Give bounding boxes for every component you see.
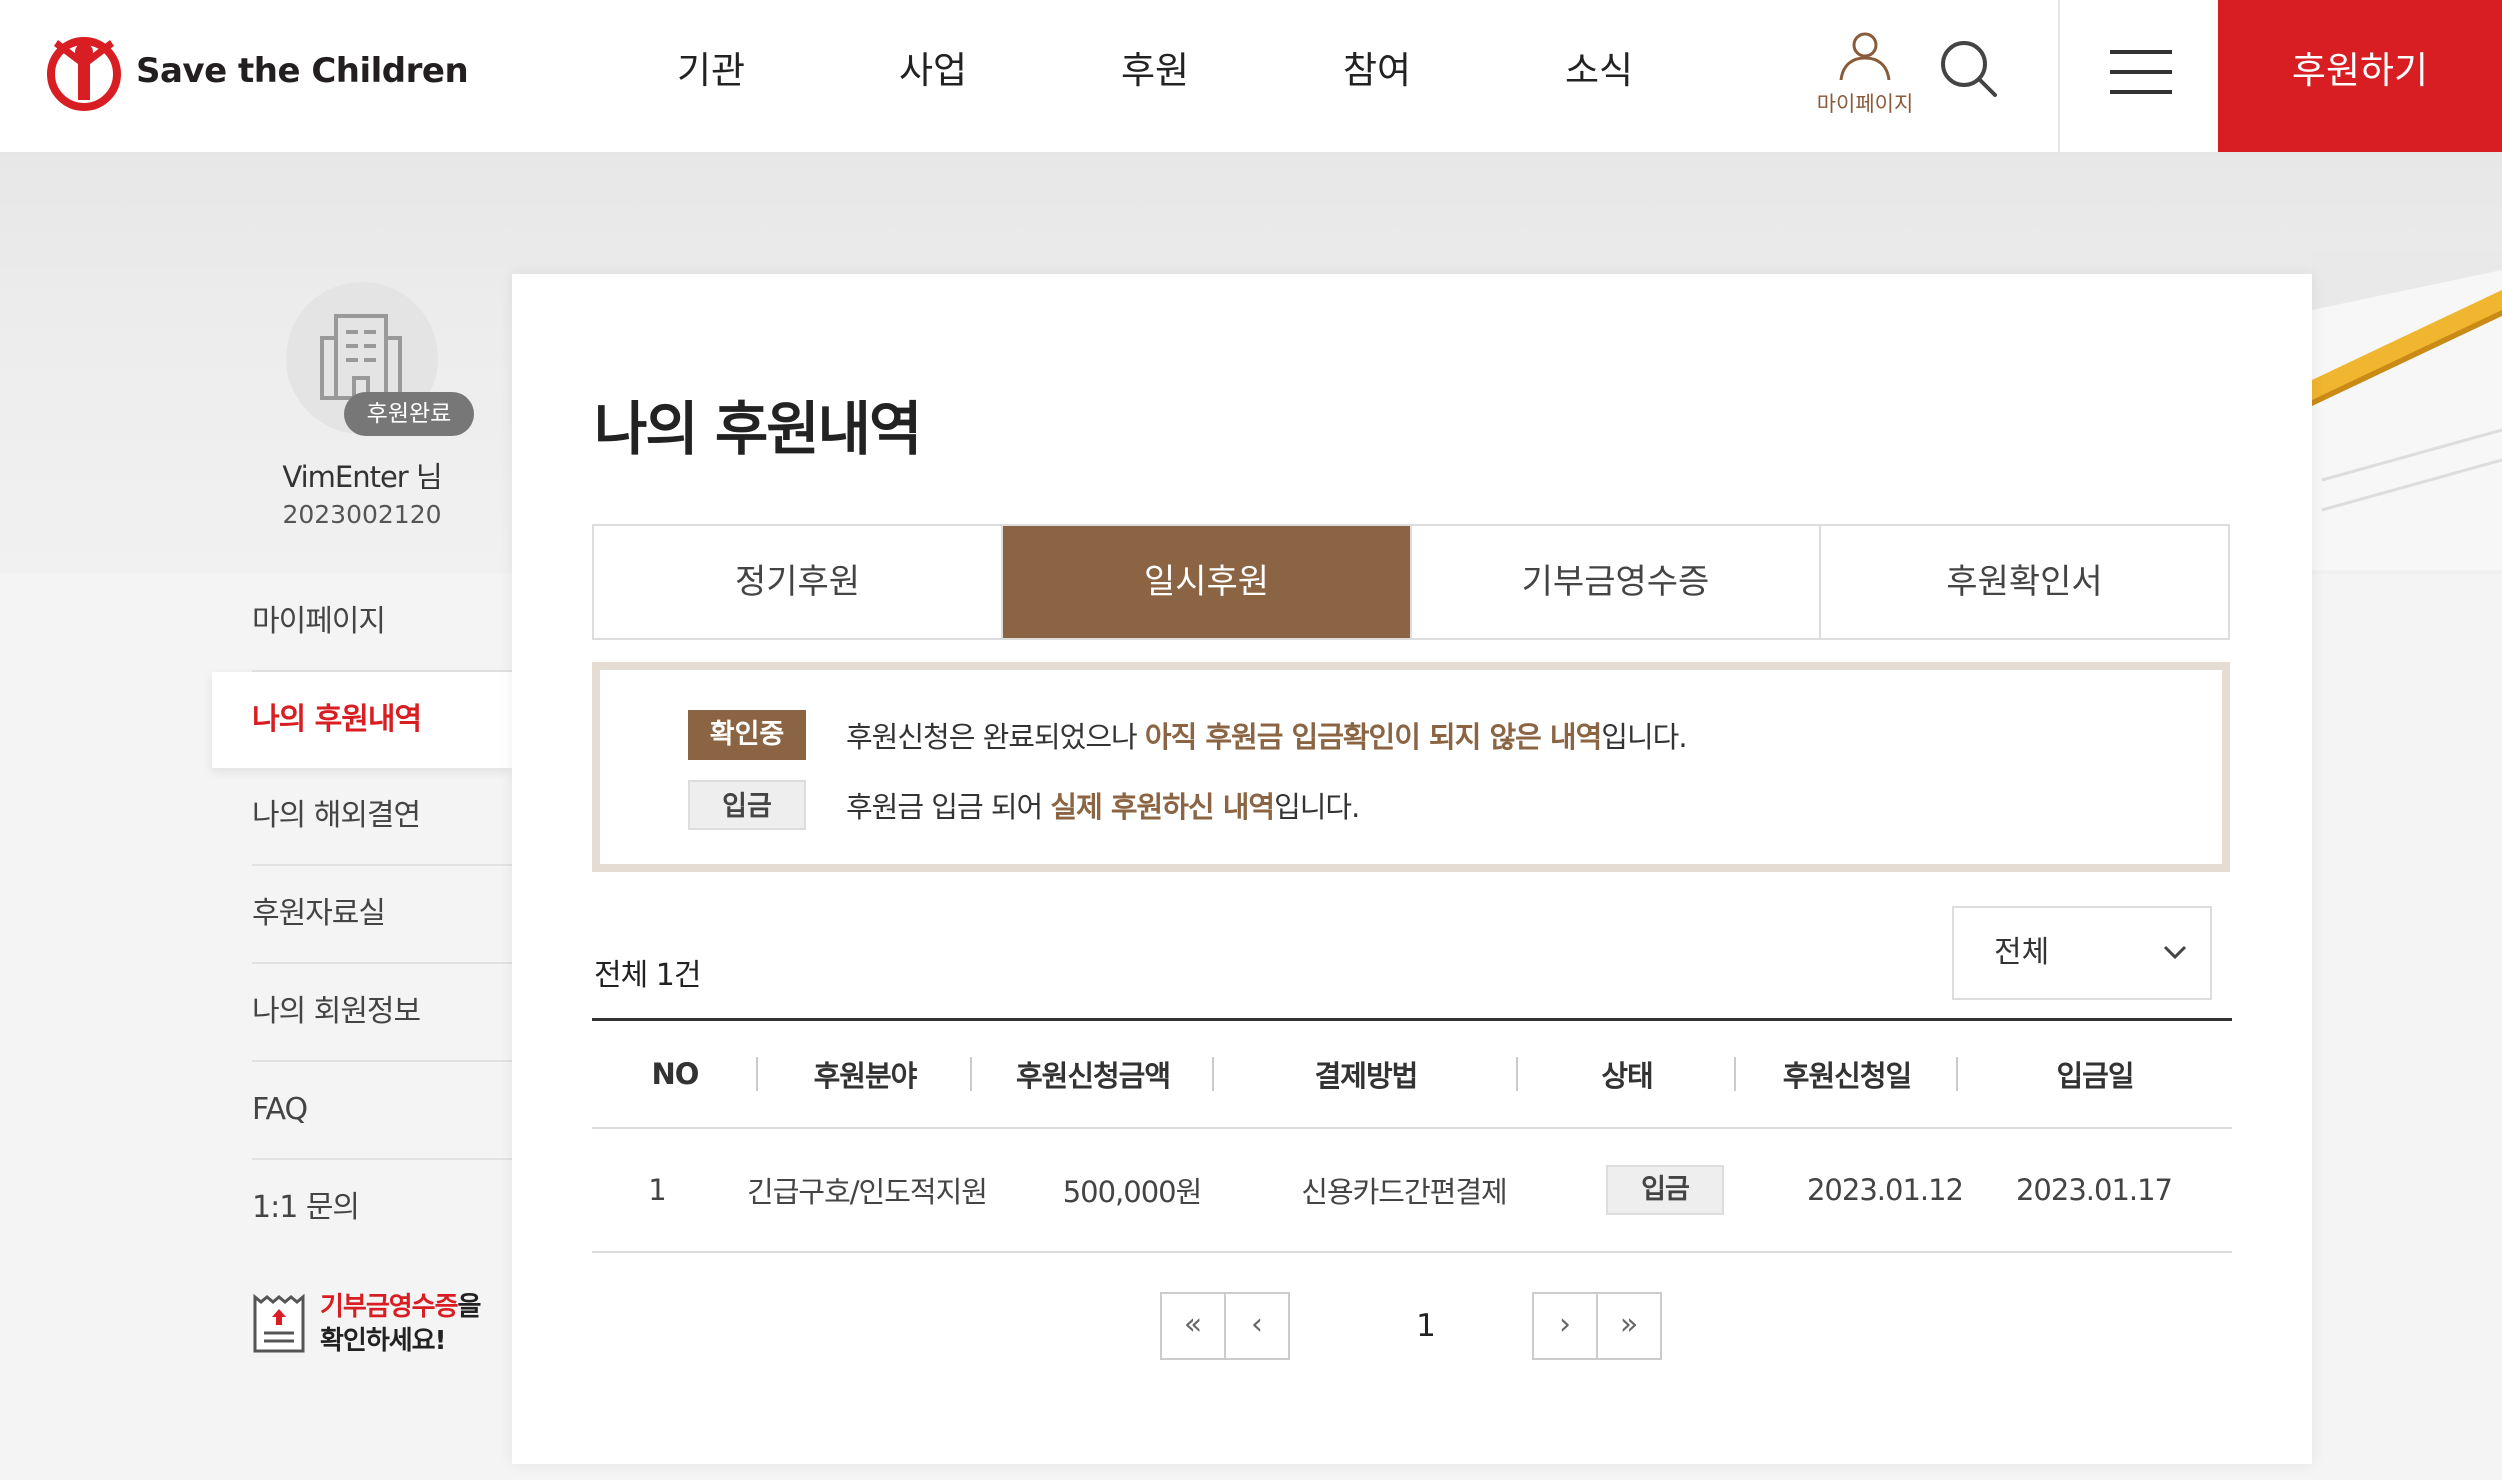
logo-text: Save the Children: [136, 51, 469, 91]
nav-item-news[interactable]: 소식: [1488, 0, 1710, 152]
legend-row-pending: 확인중 후원신청은 완료되었으나 아직 후원금 입금확인이 되지 않은 내역입니…: [688, 710, 1688, 760]
nav-item-organization[interactable]: 기관: [600, 0, 822, 152]
search-icon[interactable]: [1938, 38, 2000, 100]
status-badge: 후원완료: [344, 392, 474, 436]
receipt-line2: 확인하세요!: [320, 1326, 446, 1356]
tab-regular-donation[interactable]: 정기후원: [594, 526, 1003, 638]
col-header-request-date: 후원신청일: [1736, 1053, 1958, 1095]
current-page[interactable]: 1: [1396, 1292, 1456, 1360]
next-page-button[interactable]: ›: [1532, 1292, 1598, 1360]
page-title: 나의 후원내역: [594, 395, 922, 463]
logo[interactable]: Save the Children: [44, 30, 469, 112]
cell-request-date: 2023.01.12: [1806, 1173, 1964, 1207]
donate-button[interactable]: 후원하기: [2218, 0, 2502, 152]
cell-category: 긴급구호/인도적지원: [747, 1175, 988, 1209]
table-row[interactable]: 1 긴급구호/인도적지원 500,000원 신용카드간편결제 입금 2023.0…: [592, 1129, 2232, 1253]
site-header: Save the Children 기관 사업 후원 참여 소식 마이페이지 후…: [0, 0, 2502, 154]
first-page-button[interactable]: «: [1160, 1292, 1226, 1360]
receipt-banner[interactable]: 기부금영수증을 확인하세요!: [252, 1290, 482, 1358]
save-the-children-logo-icon: [47, 37, 121, 111]
status-pill: 입금: [1606, 1165, 1724, 1215]
main-nav: 기관 사업 후원 참여 소식: [600, 0, 1710, 152]
cell-deposit-date: 2023.01.17: [2015, 1173, 2173, 1207]
status-legend-box: 확인중 후원신청은 완료되었으나 아직 후원금 입금확인이 되지 않은 내역입니…: [592, 662, 2230, 872]
hamburger-menu-button[interactable]: [2058, 0, 2220, 152]
status-filter-select[interactable]: 전체: [1952, 906, 2212, 1000]
col-header-amount: 후원신청금액: [972, 1053, 1214, 1095]
total-count: 전체 1건: [594, 958, 701, 993]
mypage-link[interactable]: 마이페이지: [1805, 30, 1925, 118]
user-id: 2023002120: [282, 500, 442, 529]
sidebar-item-donation-history[interactable]: 나의 후원내역: [212, 672, 512, 768]
receipt-highlight: 기부금영수증: [320, 1292, 459, 1322]
pagination: « ‹ 1 › »: [512, 1292, 2312, 1364]
pencil-paper-image: [2312, 250, 2502, 570]
chevron-down-icon: [2163, 945, 2187, 960]
receipt-text: 기부금영수증을 확인하세요!: [320, 1290, 482, 1358]
menu-line-icon: [2110, 50, 2172, 54]
nav-item-programs[interactable]: 사업: [822, 0, 1044, 152]
filter-selected-value: 전체: [1994, 935, 2050, 970]
donation-type-tabs: 정기후원 일시후원 기부금영수증 후원확인서: [592, 524, 2230, 640]
sidebar-item-member-info[interactable]: 나의 회원정보: [252, 964, 512, 1062]
cell-status: 입금: [1556, 1165, 1774, 1215]
menu-line-icon: [2110, 90, 2172, 94]
sidebar-item-resources[interactable]: 후원자료실: [252, 866, 512, 964]
receipt-icon: [253, 1293, 305, 1353]
tab-donation-receipt[interactable]: 기부금영수증: [1412, 526, 1821, 638]
cell-amount: 500,000원: [1062, 1175, 1203, 1209]
sidebar-item-overseas-sponsorship[interactable]: 나의 해외결연: [252, 768, 512, 866]
sidebar-item-inquiry[interactable]: 1:1 문의: [252, 1160, 512, 1256]
table-header-row: NO 후원분야 후원신청금액 결제방법 상태 후원신청일 입금일: [592, 1021, 2232, 1129]
user-name: VimEnter 님: [282, 460, 442, 494]
sidebar: 마이페이지 나의 후원내역 나의 해외결연 후원자료실 나의 회원정보 FAQ …: [212, 574, 512, 1256]
pending-description: 후원신청은 완료되었으나 아직 후원금 입금확인이 되지 않은 내역입니다.: [846, 720, 1688, 754]
mypage-label: 마이페이지: [1816, 92, 1914, 116]
deposited-description: 후원금 입금 되어 실제 후원하신 내역입니다.: [846, 790, 1360, 824]
donation-table: NO 후원분야 후원신청금액 결제방법 상태 후원신청일 입금일 1 긴급구호/…: [592, 1018, 2232, 1253]
prev-page-button[interactable]: ‹: [1224, 1292, 1290, 1360]
nav-item-participation[interactable]: 참여: [1266, 0, 1488, 152]
col-header-no: NO: [592, 1057, 758, 1091]
col-header-category: 후원분야: [758, 1053, 972, 1095]
user-icon: [1839, 32, 1891, 81]
sidebar-item-mypage[interactable]: 마이페이지: [252, 574, 512, 672]
deposited-tag: 입금: [688, 780, 806, 830]
tab-one-time-donation[interactable]: 일시후원: [1003, 526, 1412, 638]
main-content-card: 나의 후원내역 정기후원 일시후원 기부금영수증 후원확인서 확인중 후원신청은…: [512, 274, 2312, 1464]
cell-payment: 신용카드간편결제: [1301, 1175, 1507, 1209]
legend-row-deposited: 입금 후원금 입금 되어 실제 후원하신 내역입니다.: [688, 780, 1360, 830]
sidebar-item-faq[interactable]: FAQ: [252, 1062, 512, 1160]
nav-item-donation[interactable]: 후원: [1044, 0, 1266, 152]
tab-donation-certificate[interactable]: 후원확인서: [1821, 526, 2228, 638]
pending-tag: 확인중: [688, 710, 806, 760]
col-header-status: 상태: [1518, 1053, 1736, 1095]
receipt-suffix: 을: [457, 1292, 482, 1322]
col-header-payment: 결제방법: [1214, 1053, 1518, 1095]
cell-no: 1: [648, 1173, 666, 1207]
col-header-deposit-date: 입금일: [2056, 1059, 2134, 1093]
last-page-button[interactable]: »: [1596, 1292, 1662, 1360]
menu-line-icon: [2110, 70, 2172, 74]
